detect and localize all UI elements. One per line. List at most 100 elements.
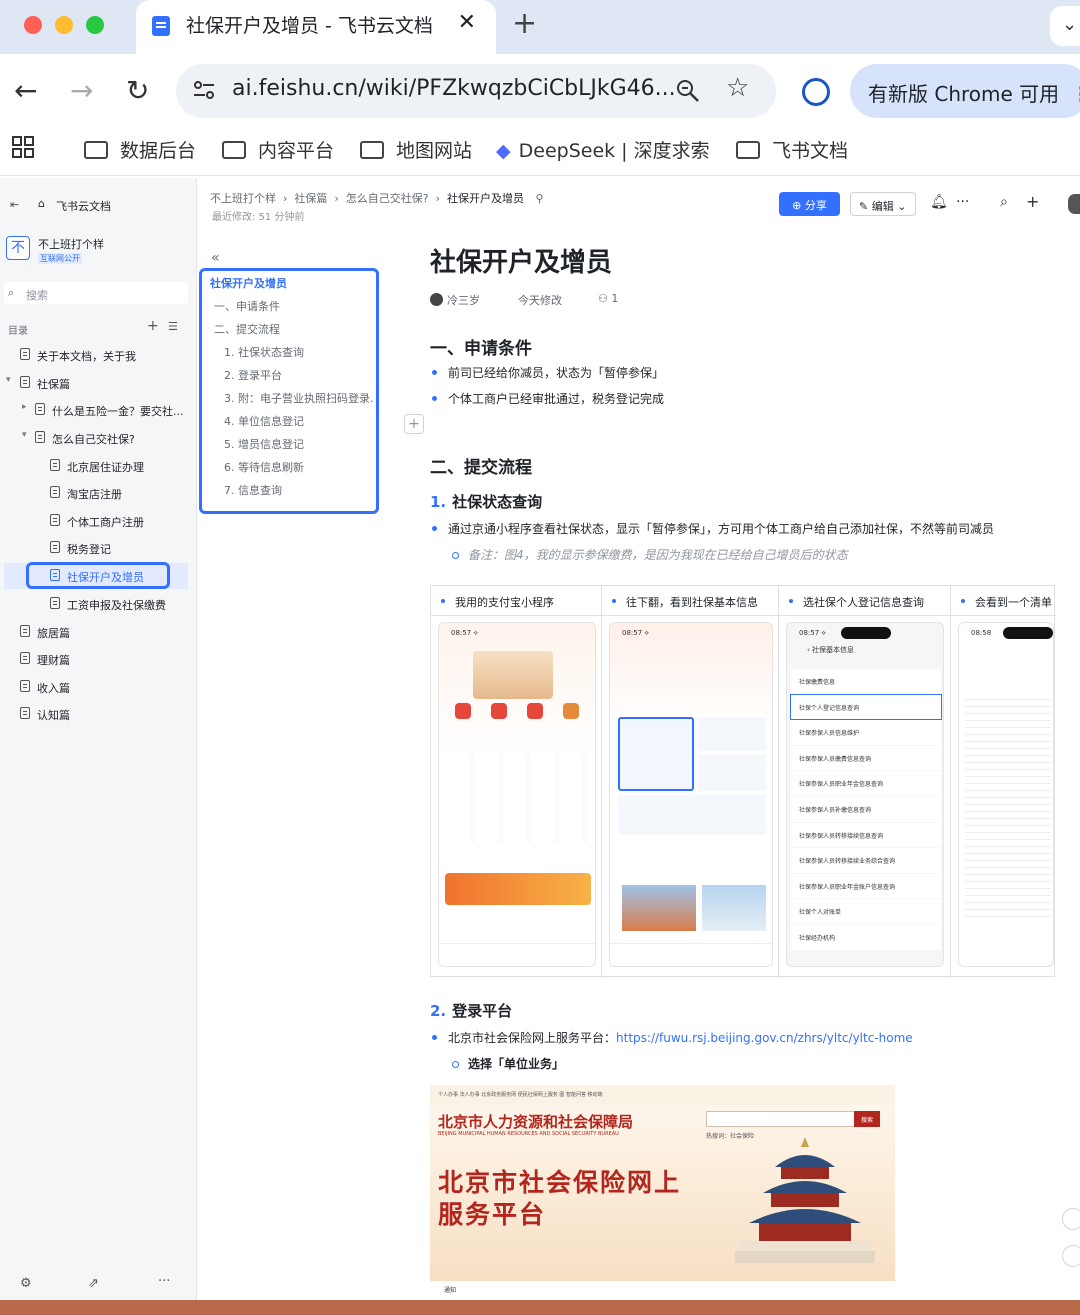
reload-button[interactable]: ↻: [126, 74, 149, 107]
sidebar-item-pay-yourself[interactable]: ▾ 怎么自己交社保?: [0, 425, 190, 451]
step-number: 1.: [430, 493, 447, 511]
browser-tab-bar: 社保开户及增员 - 飞书云文档 ✕ + ⌄: [0, 0, 1080, 54]
tab-search-button[interactable]: ⌄: [1050, 6, 1080, 46]
people-icon: ⚇: [598, 292, 608, 305]
social-menu-list: 社保缴费信息 社保个人登记信息查询 社保参保人员信息维护 社保参保人员缴费信息查…: [790, 669, 942, 951]
doc-icon: [35, 431, 45, 443]
page-title: 社保开户及增员: [430, 248, 613, 278]
sidebar-item-salary[interactable]: 工资申报及社保缴费: [0, 591, 190, 617]
help-float-icon[interactable]: [1062, 1245, 1080, 1267]
site-notice-bar: 通知: [430, 1281, 895, 1301]
address-bar[interactable]: ai.feishu.cn/wiki/PFZkwqzbCiCbLJkG46... …: [176, 64, 776, 118]
sidebar-item-label: 工资申报及社保缴费: [67, 599, 166, 612]
author-avatar[interactable]: [430, 293, 443, 306]
user-avatar[interactable]: [1068, 194, 1080, 214]
chevron-down-icon[interactable]: ▾: [22, 430, 27, 440]
collapse-sidebar-icon[interactable]: ⇤: [10, 198, 19, 211]
more-options-icon[interactable]: ···: [956, 194, 969, 210]
chrome-update-button[interactable]: 有新版 Chrome 可用 ⋮: [850, 64, 1080, 118]
settings-icon[interactable]: ⚙: [20, 1276, 32, 1291]
apps-grid-icon[interactable]: [12, 136, 34, 158]
back-button[interactable]: ←: [14, 74, 37, 107]
sidebar-item-travel[interactable]: 旅居篇: [0, 619, 190, 645]
highlight-box-current-item: [26, 562, 170, 589]
folder-icon: [84, 141, 108, 159]
bookmark-content-platform[interactable]: 内容平台: [222, 136, 334, 163]
site-settings-icon[interactable]: [192, 78, 216, 102]
more-icon[interactable]: ···: [158, 1274, 170, 1289]
last-modified: 最近修改: 51 分钟前: [212, 212, 305, 223]
breadcrumb-item[interactable]: 不上班打个样: [210, 192, 276, 205]
sidebar-item-income[interactable]: 收入篇: [0, 674, 190, 700]
bookmark-deepseek[interactable]: ◆ DeepSeek | 深度求索: [496, 136, 710, 163]
bookmark-star-icon[interactable]: ☆: [726, 73, 749, 103]
dock-strip: [0, 1300, 1080, 1315]
browser-tab[interactable]: 社保开户及增员 - 飞书云文档 ✕: [136, 0, 496, 54]
bookmark-data-backend[interactable]: 数据后台: [84, 136, 196, 163]
bookmark-feishu-docs[interactable]: 飞书文档: [736, 136, 848, 163]
sidebar-item-label: 怎么自己交社保?: [52, 433, 135, 446]
sidebar-item-taobao[interactable]: 淘宝店注册: [0, 480, 190, 506]
breadcrumb-item-current[interactable]: 社保开户及增员: [447, 192, 524, 205]
share-button[interactable]: ⊕ 分享: [779, 192, 840, 216]
author-name[interactable]: 冷三岁: [447, 294, 480, 307]
space-name[interactable]: 不上班打个样: [38, 236, 104, 252]
sidebar-item-tax-reg[interactable]: 税务登记: [0, 535, 190, 561]
insert-block-button[interactable]: +: [404, 414, 424, 434]
search-icon[interactable]: ⌕: [1000, 194, 1008, 210]
sidebar-item-label: 北京居住证办理: [67, 461, 144, 474]
maximize-window-button[interactable]: [86, 16, 104, 34]
share-out-icon[interactable]: ⇗: [88, 1276, 99, 1291]
hero-title-line: 服务平台: [438, 1200, 547, 1229]
list-item: 通过京通小程序查看社保状态，显示「暂停参保」，方可用个体工商户给自己添加社保，不…: [430, 520, 994, 537]
deepseek-whale-icon: ◆: [496, 140, 511, 162]
app-name[interactable]: 飞书云文档: [56, 198, 111, 214]
hero-title-line: 北京市社会保险网上: [438, 1168, 682, 1197]
chevron-down-icon[interactable]: ▾: [6, 375, 11, 385]
forward-button[interactable]: →: [70, 74, 93, 107]
sidebar-item-residence-permit[interactable]: 北京居住证办理: [0, 453, 190, 479]
chevron-right-icon[interactable]: ▸: [22, 402, 27, 412]
sidebar-item-about[interactable]: 关于本文档，关于我: [0, 342, 190, 368]
service-grid: [447, 753, 589, 843]
sidebar-search-input[interactable]: ⌕ 搜索: [4, 282, 188, 304]
feedback-float-icon[interactable]: [1062, 1208, 1080, 1230]
heading-step2: 2. 登录平台: [430, 1000, 512, 1021]
breadcrumb-item[interactable]: 怎么自己交社保?: [346, 192, 429, 205]
list-item: 北京市社会保险网上服务平台：https://fuwu.rsj.beijing.g…: [430, 1029, 913, 1046]
doc-icon: [20, 680, 30, 692]
close-tab-icon[interactable]: ✕: [458, 10, 476, 35]
viewer-count[interactable]: ⚇ 1: [598, 292, 618, 305]
beijing-social-link[interactable]: https://fuwu.rsj.beijing.gov.cn/zhrs/ylt…: [616, 1031, 913, 1045]
close-window-button[interactable]: [24, 16, 42, 34]
tab-bar: [610, 943, 772, 966]
url-text[interactable]: ai.feishu.cn/wiki/PFZkwqzbCiCbLJkG46...: [232, 76, 676, 101]
profile-avatar[interactable]: [802, 78, 830, 106]
add-icon[interactable]: +: [1026, 192, 1039, 211]
minimize-window-button[interactable]: [55, 16, 73, 34]
sort-icon[interactable]: ☰: [168, 320, 178, 333]
new-tab-button[interactable]: +: [512, 6, 537, 41]
step-number: 2.: [430, 1002, 447, 1020]
collapse-toc-icon[interactable]: «: [211, 250, 220, 266]
medical-service-card: [698, 717, 766, 751]
zoom-icon[interactable]: [676, 79, 700, 103]
notification-bell-icon[interactable]: 🔔︎: [930, 194, 948, 210]
sidebar-item-cognition[interactable]: 认知篇: [0, 701, 190, 727]
edit-mode-button[interactable]: ✎ 编辑 ⌄: [850, 192, 916, 216]
document-header: 不上班打个样 › 社保篇 › 怎么自己交社保? › 社保开户及增员 ⚲ 最近修改…: [198, 178, 1080, 228]
sidebar-item-five-insurance[interactable]: ▸ 什么是五险一金？要交社...: [0, 397, 190, 423]
sidebar-item-label: 理财篇: [37, 654, 70, 667]
more-menu-icon[interactable]: ⋮: [1072, 82, 1080, 106]
sidebar-item-social-security[interactable]: ▾ 社保篇: [0, 370, 190, 396]
home-icon[interactable]: ⌂: [38, 197, 45, 210]
sidebar-item-business-reg[interactable]: 个体工商户注册: [0, 508, 190, 534]
bookmark-map-sites[interactable]: 地图网站: [360, 136, 472, 163]
add-page-icon[interactable]: +: [147, 318, 159, 334]
step-title: 登录平台: [452, 1002, 513, 1020]
pin-icon[interactable]: ⚲: [536, 192, 544, 205]
bookmark-label: 数据后台: [120, 140, 197, 162]
sidebar-item-finance[interactable]: 理财篇: [0, 646, 190, 672]
breadcrumb-item[interactable]: 社保篇: [294, 192, 327, 205]
doc-icon: [20, 348, 30, 360]
